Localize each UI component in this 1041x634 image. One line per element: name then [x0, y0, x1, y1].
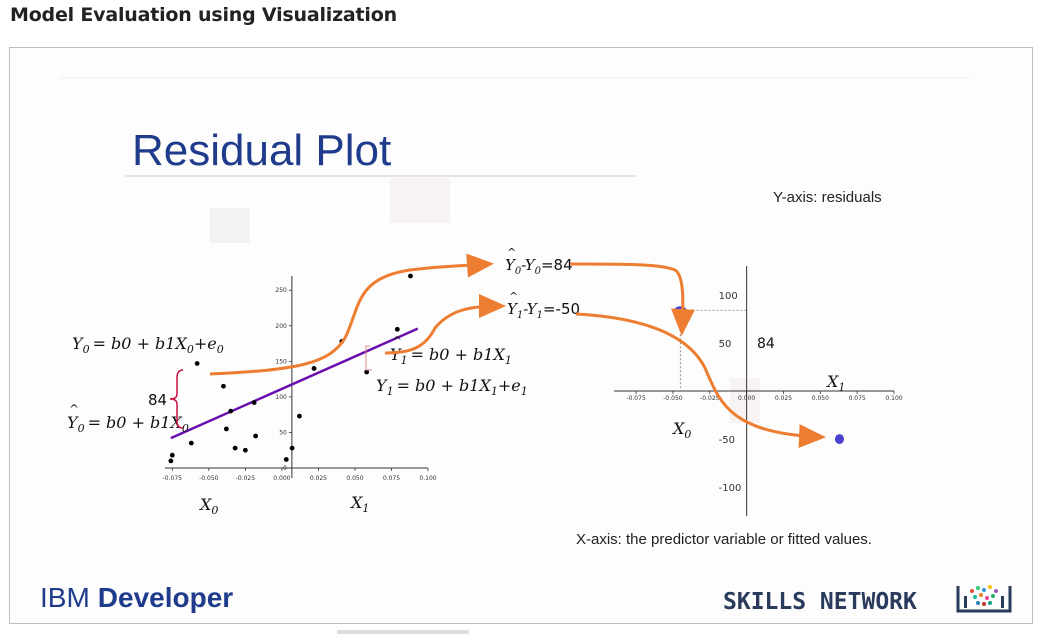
equation-y1: Y1 = b0 + b1X1+e1 — [376, 376, 528, 398]
svg-text:^: ^ — [392, 334, 402, 348]
res-y-tick-label: 100 — [719, 291, 738, 302]
y-axis-note: Y-axis: residuals — [773, 189, 882, 206]
res-x0-label: X0 — [671, 419, 691, 441]
left-x-tick-label: 0.050 — [346, 475, 363, 482]
svg-text:Y1= b0 + b1X1: Y1 = b0 + b1X1 — [390, 345, 512, 367]
svg-text:^: ^ — [507, 246, 516, 259]
page-title: Model Evaluation using Visualization — [10, 4, 397, 26]
left-x0-label: X0 — [198, 495, 218, 517]
res-x1-label: X1 — [825, 372, 845, 394]
res-x-tick-label: 0.025 — [775, 395, 792, 402]
scatter-point — [188, 440, 194, 446]
residual-plot-chart: -0.075 -0.050 -0.025 0.000 0.025 0.050 0.075 0.… — [614, 266, 903, 516]
scatter-point — [408, 273, 413, 279]
bg-decor — [210, 208, 250, 243]
res-x-tick-label: -0.075 — [626, 395, 646, 402]
residual-point — [674, 306, 687, 315]
left-x-tick-label: 0.000 — [273, 475, 290, 482]
x-axis-note: X-axis: the predictor variable or fitted… — [576, 531, 872, 548]
left-x-tick-label: 0.025 — [310, 475, 327, 482]
scatter-point — [289, 445, 295, 451]
scatter-point — [242, 447, 248, 453]
scatter-point — [251, 400, 257, 405]
scatter-point — [228, 408, 234, 414]
skills-network-logo: SKILLS NETWORK — [723, 589, 917, 615]
scatter-point — [311, 366, 317, 371]
left-y-tick-label: 250 — [275, 287, 287, 294]
residual-label-0: Y0-Y0=84 ^ — [505, 246, 573, 277]
ibm-developer-logo: IBM Developer — [40, 582, 233, 613]
scatter-point — [232, 445, 238, 451]
scatter-point — [283, 457, 289, 462]
scatter-point — [168, 458, 174, 464]
left-y-tick-label: 0 — [283, 465, 287, 472]
svg-text:Y0= b0 + b1X0: Y0 = b0 + b1X0 — [67, 413, 189, 435]
res-84-label: 84 — [757, 336, 775, 352]
res-x-tick-label: -0.050 — [663, 395, 683, 402]
equation-y0-hat: Y0 = b0 + b1X0 ^ — [67, 402, 189, 435]
left-x-tick-label: 0.100 — [419, 475, 436, 482]
scatter-point — [394, 326, 400, 332]
gap-value-label: 84 — [148, 391, 167, 409]
left-y-tick-label: 50 — [279, 429, 287, 436]
res-x-tick-label: 0.000 — [738, 395, 755, 402]
scatter-point — [253, 433, 258, 439]
left-x-tick-label: -0.075 — [163, 475, 183, 482]
equation-y0: Y0 = b0 + b1X0+e0 — [72, 334, 224, 356]
left-x-tick-label: 0.075 — [383, 475, 400, 482]
slide-heading: Residual Plot — [132, 126, 391, 175]
res-y-tick-label: 50 — [719, 339, 732, 350]
left-x-tick-label: -0.050 — [199, 475, 219, 482]
res-x-tick-label: 0.050 — [812, 395, 829, 402]
bg-decor — [390, 178, 450, 223]
left-y-tick-label: 150 — [275, 358, 287, 365]
left-y-tick-label: 200 — [275, 323, 287, 330]
svg-text:^: ^ — [509, 290, 518, 303]
left-x1-label: X1 — [349, 493, 369, 515]
residual-label-1: Y1-Y1=-50 ^ — [507, 290, 580, 321]
residual-point — [834, 434, 844, 445]
res-x-tick-label: 0.100 — [885, 395, 902, 402]
svg-text:Y1-Y1=-50: Y1-Y1=-50 — [507, 300, 580, 321]
res-y-tick-label: -50 — [719, 435, 735, 446]
slide-canvas: Residual Plot Y-axis: residuals X-axis: … — [40, 77, 1012, 615]
left-y-tick-label: 100 — [275, 394, 287, 401]
horizontal-scrollbar[interactable] — [337, 630, 469, 634]
res-y-tick-label: -100 — [719, 483, 742, 494]
scatter-point — [169, 452, 175, 458]
scatter-point — [194, 361, 200, 366]
svg-text:Y0= b0 + b1X0+e0: Y0 = b0 + b1X0+e0 — [72, 334, 224, 356]
scatter-point — [221, 383, 226, 389]
svg-text:Y1= b0 + b1X1+e1: Y1 = b0 + b1X1+e1 — [376, 376, 528, 398]
slide-frame: Residual Plot Y-axis: residuals X-axis: … — [9, 47, 1033, 624]
scatter-point — [223, 426, 229, 432]
arrow-to-residual-plot-1 — [575, 312, 826, 449]
svg-text:^: ^ — [69, 402, 79, 416]
left-x-tick-label: -0.025 — [236, 475, 256, 482]
svg-text:Y0-Y0=84: Y0-Y0=84 — [505, 256, 573, 277]
scatter-point — [297, 413, 302, 419]
skills-network-icon — [956, 585, 1012, 613]
res-x-tick-label: 0.075 — [849, 395, 866, 402]
